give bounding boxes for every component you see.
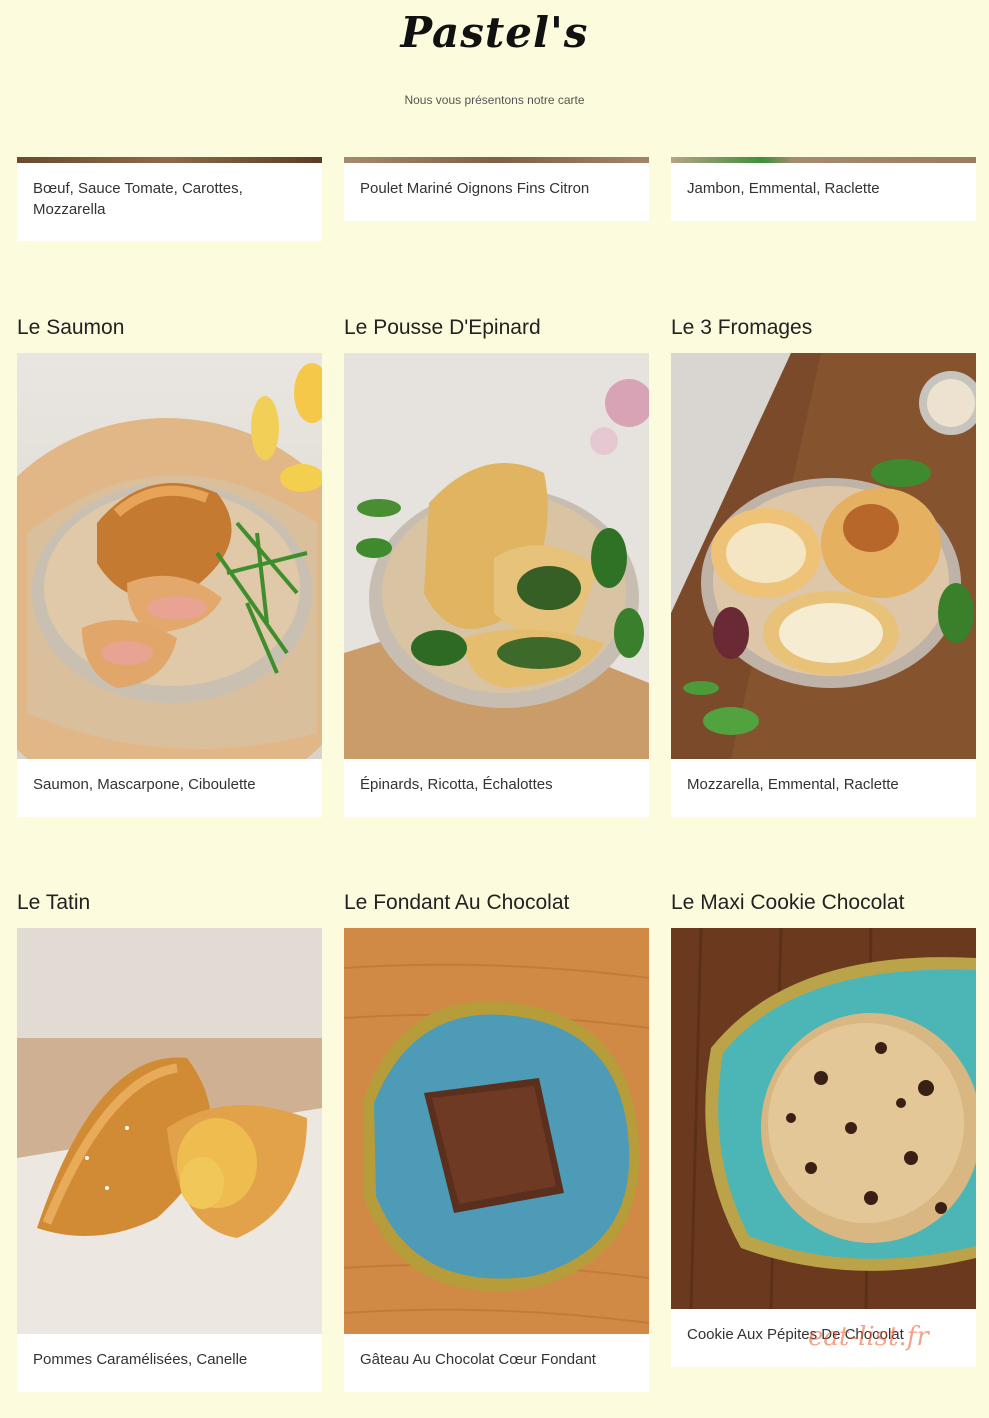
product-description: Poulet Mariné Oignons Fins Citron	[344, 163, 649, 221]
cookie-photo[interactable]	[671, 928, 976, 1309]
product-title: Le Pousse D'Epinard	[344, 316, 541, 339]
product-title: Le 3 Fromages	[671, 316, 813, 339]
product-description: Mozzarella, Emmental, Raclette	[671, 759, 976, 817]
salmon-pastry-photo[interactable]	[17, 353, 322, 759]
watermark: eat-list.fr	[808, 1322, 929, 1352]
apple-pastry-photo[interactable]	[17, 928, 322, 1334]
product-description: Bœuf, Sauce Tomate, Carottes, Mozzarella	[17, 163, 322, 241]
product-description: Pommes Caramélisées, Canelle	[17, 1334, 322, 1392]
product-description: Épinards, Ricotta, Échalottes	[344, 759, 649, 817]
tagline: Nous vous présentons notre carte	[404, 93, 585, 107]
product-description: Jambon, Emmental, Raclette	[671, 163, 976, 221]
product-title: Le Fondant Au Chocolat	[344, 891, 570, 914]
product-description: Saumon, Mascarpone, Ciboulette	[17, 759, 322, 817]
product-title: Le Tatin	[17, 891, 91, 914]
product-title: Le Saumon	[17, 316, 125, 339]
brownie-photo[interactable]	[344, 928, 649, 1334]
cheese-pastry-photo[interactable]	[671, 353, 976, 759]
product-title: Le Maxi Cookie Chocolat	[671, 891, 905, 914]
product-description: Gâteau Au Chocolat Cœur Fondant	[344, 1334, 649, 1392]
brand-logo: Pastel's	[400, 8, 589, 57]
spinach-pastry-photo[interactable]	[344, 353, 649, 759]
